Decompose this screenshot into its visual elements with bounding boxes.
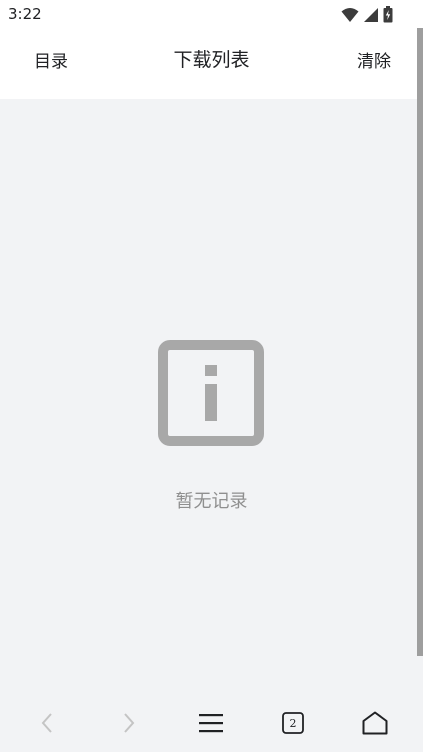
screen: 3:22 目录 下载列表 清除 暂无记录 2	[0, 0, 423, 752]
status-bar: 3:22	[0, 0, 423, 28]
battery-charging-icon	[383, 6, 393, 23]
menu-button[interactable]	[181, 694, 241, 752]
menu-icon	[199, 714, 223, 733]
status-time: 3:22	[8, 5, 42, 23]
bottom-toolbar: 2	[0, 694, 423, 752]
scrollbar[interactable]	[417, 28, 423, 656]
home-button[interactable]	[345, 694, 405, 752]
info-icon	[158, 340, 264, 446]
empty-message: 暂无记录	[175, 491, 248, 512]
clear-button[interactable]: 清除	[357, 47, 391, 72]
wifi-icon	[341, 7, 359, 22]
forward-icon	[124, 713, 135, 733]
tabs-icon: 2	[282, 712, 304, 734]
back-icon	[41, 713, 52, 733]
tabs-button[interactable]: 2	[263, 694, 323, 752]
home-icon	[362, 711, 388, 735]
back-button[interactable]	[17, 694, 77, 752]
forward-button[interactable]	[99, 694, 159, 752]
header: 目录 下载列表 清除	[0, 28, 423, 99]
signal-icon	[364, 7, 378, 22]
tab-count: 2	[289, 716, 297, 730]
status-icons	[341, 6, 393, 23]
